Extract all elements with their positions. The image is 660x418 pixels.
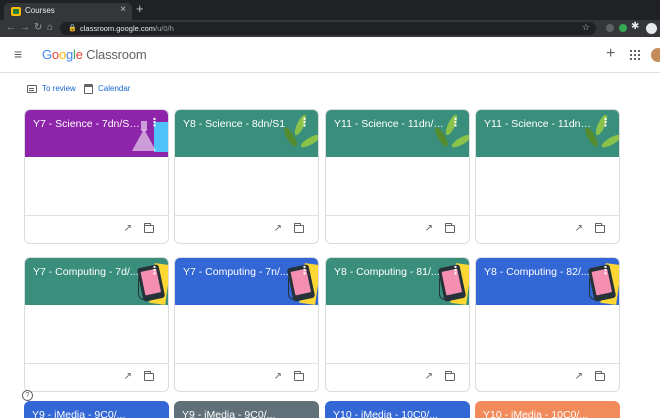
gradebook-trend-icon[interactable]: ↗ — [124, 223, 132, 234]
class-card-header[interactable]: Y7 - Computing - 7n/... ⋮ — [175, 258, 318, 305]
class-card-title[interactable]: Y10 - iMedia - 10C0/... — [333, 409, 438, 418]
url-text: classroom.google.com/u/0/h — [80, 24, 174, 33]
drive-folder-icon[interactable] — [144, 223, 154, 233]
to-review-icon — [27, 85, 37, 93]
class-card-title[interactable]: Y11 - Science - 11dn/S... — [334, 118, 444, 130]
drive-folder-icon[interactable] — [445, 371, 455, 381]
gradebook-trend-icon[interactable]: ↗ — [425, 371, 433, 382]
new-tab-icon[interactable]: + — [136, 1, 144, 16]
app-header: ≡ Google Classroom + — [0, 37, 660, 73]
main-menu-icon[interactable]: ≡ — [14, 46, 22, 62]
gradebook-trend-icon[interactable]: ↗ — [274, 223, 282, 234]
class-card-header[interactable]: Y11 - Science - 11dn/S... ⋮ — [326, 110, 469, 157]
browser-address-bar: ← → ↻ ⌂ 🔒 classroom.google.com/u/0/h ☆ ✱ — [0, 20, 660, 37]
class-card[interactable]: Y9 - iMedia - 9C0/... — [174, 401, 319, 418]
class-card[interactable]: Y11 - Science - 11dn/S... ⋮ ↗ — [325, 109, 470, 244]
extension-icon[interactable] — [619, 24, 627, 32]
class-card-footer: ↗ — [326, 363, 469, 391]
class-card-footer: ↗ — [476, 363, 619, 391]
class-card-title[interactable]: Y10 - iMedia - 10C0/... — [483, 409, 588, 418]
class-card-header[interactable]: Y7 - Science - 7dn/S1... ⋮ — [25, 110, 168, 157]
more-options-icon[interactable]: ⋮ — [450, 116, 461, 129]
reload-icon[interactable]: ↻ — [34, 22, 42, 33]
bookmark-star-icon[interactable]: ☆ — [582, 22, 590, 33]
class-card[interactable]: Y10 - iMedia - 10C0/... — [475, 401, 620, 418]
class-card-title[interactable]: Y7 - Computing - 7n/... — [183, 266, 293, 278]
more-options-icon[interactable]: ⋮ — [149, 116, 160, 129]
drive-folder-icon[interactable] — [595, 371, 605, 381]
more-options-icon[interactable]: ⋮ — [299, 264, 310, 277]
more-options-icon[interactable]: ⋮ — [600, 264, 611, 277]
drive-folder-icon[interactable] — [294, 371, 304, 381]
more-options-icon[interactable]: ⋮ — [299, 116, 310, 129]
class-card-title[interactable]: Y8 - Computing - 82/... — [484, 266, 594, 278]
url-input[interactable]: 🔒 classroom.google.com/u/0/h ☆ — [60, 22, 596, 35]
calendar-link[interactable]: Calendar — [98, 84, 130, 93]
class-card[interactable]: Y7 - Computing - 7n/... ⋮ ↗ — [174, 257, 319, 392]
class-card-footer: ↗ — [25, 215, 168, 243]
extensions-puzzle-icon[interactable]: ✱ — [631, 21, 639, 32]
gradebook-trend-icon[interactable]: ↗ — [124, 371, 132, 382]
class-card-title[interactable]: Y9 - iMedia - 9C0/... — [182, 409, 275, 418]
drive-folder-icon[interactable] — [294, 223, 304, 233]
gradebook-trend-icon[interactable]: ↗ — [575, 371, 583, 382]
more-options-icon[interactable]: ⋮ — [450, 264, 461, 277]
class-card[interactable]: Y7 - Science - 7dn/S1... ⋮ ↗ — [24, 109, 169, 244]
class-card-title[interactable]: Y11 - Science - 11dnS1... — [484, 118, 594, 130]
drive-folder-icon[interactable] — [144, 371, 154, 381]
browser-profile-icon[interactable] — [646, 23, 657, 34]
class-card[interactable]: Y7 - Computing - 7d/... ⋮ ↗ — [24, 257, 169, 392]
calendar-icon — [84, 84, 93, 94]
lock-icon: 🔒 — [68, 25, 77, 32]
tab-close-icon[interactable]: × — [120, 4, 126, 15]
class-card-header[interactable]: Y8 - Computing - 82/... ⋮ — [476, 258, 619, 305]
class-card[interactable]: Y8 - Computing - 81/... ⋮ ↗ — [325, 257, 470, 392]
google-apps-icon[interactable] — [630, 50, 640, 60]
class-card-header[interactable]: Y8 - Computing - 81/... ⋮ — [326, 258, 469, 305]
class-card[interactable]: Y8 - Computing - 82/... ⋮ ↗ — [475, 257, 620, 392]
class-card-title[interactable]: Y8 - Computing - 81/... — [334, 266, 444, 278]
back-icon[interactable]: ← — [6, 22, 16, 33]
class-card-title[interactable]: Y8 - Science - 8dn/S1 — [183, 118, 293, 130]
classroom-favicon-icon — [11, 7, 21, 16]
google-classroom-logo[interactable]: Google Classroom — [42, 47, 147, 62]
class-card-footer: ↗ — [25, 363, 168, 391]
account-avatar[interactable] — [651, 48, 660, 62]
create-join-class-icon[interactable]: + — [606, 45, 615, 63]
browser-tab-strip: Courses × + — [0, 0, 660, 20]
extension-icon[interactable] — [606, 24, 614, 32]
more-options-icon[interactable]: ⋮ — [600, 116, 611, 129]
class-card-header[interactable]: Y11 - Science - 11dnS1... ⋮ — [476, 110, 619, 157]
class-card-title[interactable]: Y7 - Computing - 7d/... — [33, 266, 143, 278]
more-options-icon[interactable]: ⋮ — [149, 264, 160, 277]
help-icon[interactable]: ? — [22, 390, 33, 401]
class-card[interactable]: Y8 - Science - 8dn/S1 ⋮ ↗ — [174, 109, 319, 244]
class-card-header[interactable]: Y8 - Science - 8dn/S1 ⋮ — [175, 110, 318, 157]
class-card-header[interactable]: Y7 - Computing - 7d/... ⋮ — [25, 258, 168, 305]
home-icon[interactable]: ⌂ — [47, 22, 53, 33]
to-review-link[interactable]: To review — [42, 84, 76, 93]
class-card[interactable]: Y11 - Science - 11dnS1... ⋮ ↗ — [475, 109, 620, 244]
drive-folder-icon[interactable] — [445, 223, 455, 233]
drive-folder-icon[interactable] — [595, 223, 605, 233]
class-card-title[interactable]: Y7 - Science - 7dn/S1... — [33, 118, 143, 130]
gradebook-trend-icon[interactable]: ↗ — [274, 371, 282, 382]
class-card[interactable]: Y9 - iMedia - 9C0/... — [24, 401, 169, 418]
gradebook-trend-icon[interactable]: ↗ — [425, 223, 433, 234]
tab-title: Courses — [25, 6, 55, 15]
class-card[interactable]: Y10 - iMedia - 10C0/... — [325, 401, 470, 418]
class-card-footer: ↗ — [175, 363, 318, 391]
class-card-footer: ↗ — [175, 215, 318, 243]
forward-icon[interactable]: → — [20, 22, 30, 33]
class-card-footer: ↗ — [476, 215, 619, 243]
class-card-title[interactable]: Y9 - iMedia - 9C0/... — [32, 409, 125, 418]
class-card-footer: ↗ — [326, 215, 469, 243]
gradebook-trend-icon[interactable]: ↗ — [575, 223, 583, 234]
browser-tab[interactable]: Courses × — [4, 3, 132, 20]
